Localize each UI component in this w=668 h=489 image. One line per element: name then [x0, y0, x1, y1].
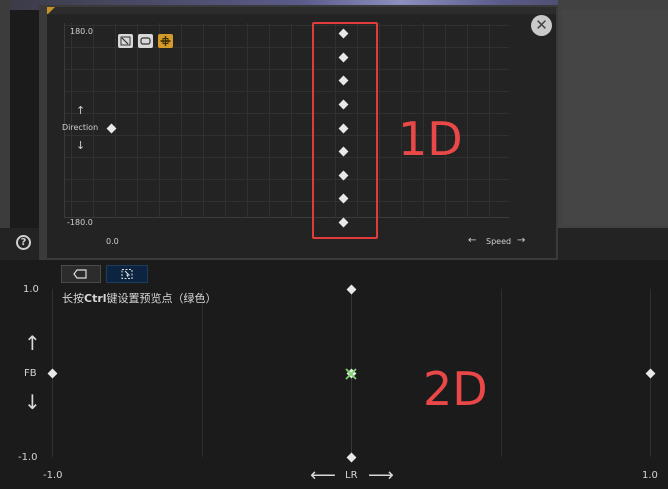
x-min-label-2d: -1.0 — [43, 470, 63, 481]
editor-root: ✕ 180.0 -180.0 0.0 ↑ Direction ↓ ← Speed… — [0, 0, 668, 489]
y-min-label-2d: -1.0 — [18, 452, 38, 463]
x-axis-label-2d: LR — [345, 470, 358, 481]
up-arrow-icon: ↑ — [24, 331, 41, 355]
annotation-2d: 2D — [423, 362, 488, 416]
hint-text: 长按Ctrl键设置预览点（绿色） — [62, 292, 217, 305]
select-icon-2d — [121, 269, 133, 279]
y-max-label-2d: 1.0 — [23, 284, 39, 295]
y-max-label-1d: 180.0 — [70, 27, 93, 36]
y-axis-label-2d: FB — [24, 368, 37, 379]
right-arrow-icon: ⟶ — [368, 465, 394, 486]
y-min-label-1d: -180.0 — [67, 218, 93, 227]
down-arrow-icon: ↓ — [24, 390, 41, 414]
x-axis-right-arrow: → — [517, 235, 526, 246]
frame-button[interactable] — [61, 265, 101, 283]
x-max-label-2d: 1.0 — [642, 470, 658, 481]
help-icon[interactable]: ? — [16, 235, 31, 250]
select-icon[interactable] — [118, 34, 133, 48]
x-axis-label-1d: Speed — [486, 237, 512, 246]
close-button[interactable]: ✕ — [531, 15, 552, 36]
frame-icon[interactable] — [138, 34, 153, 48]
left-arrow-icon: ⟵ — [310, 465, 336, 486]
highlight-box-1d — [312, 22, 378, 239]
close-icon: ✕ — [535, 16, 548, 34]
y-axis-up-arrow: ↑ — [76, 104, 86, 117]
preview-point-marker[interactable] — [343, 366, 359, 382]
frame-icon-2d — [73, 269, 87, 279]
left-panel-edge — [0, 0, 10, 230]
select-button[interactable] — [106, 265, 148, 283]
y-axis-label-1d: Direction — [62, 123, 99, 132]
x-min-label-1d: 0.0 — [106, 237, 119, 246]
right-panel-inner — [562, 10, 668, 225]
y-axis-down-arrow: ↓ — [76, 139, 86, 152]
move-icon[interactable] — [158, 34, 173, 48]
annotation-1d: 1D — [398, 112, 463, 166]
x-axis-left-arrow: ← — [468, 235, 477, 246]
